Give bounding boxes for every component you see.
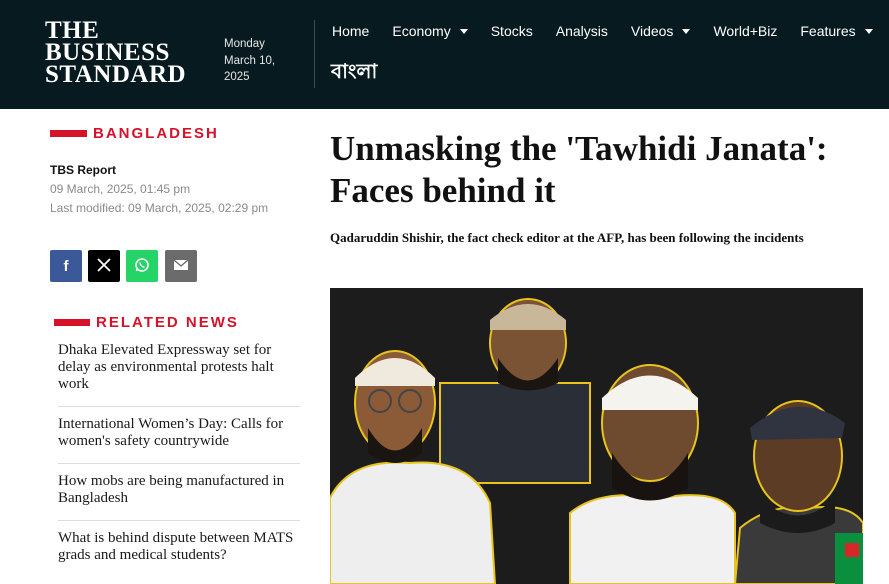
nav-label: Home	[332, 23, 370, 39]
bangla-edition-link[interactable]: বাংলা	[331, 57, 377, 90]
nav-item-economy[interactable]: Economy	[392, 22, 468, 40]
article-hero-image	[330, 288, 863, 584]
main-nav: Home Economy Stocks Analysis Videos Worl…	[332, 22, 889, 40]
section-marker	[54, 319, 90, 326]
published-time: 09 March, 2025, 01:45 pm	[50, 182, 191, 196]
article-subhead: Qadaruddin Shishir, the fact check edito…	[330, 230, 804, 245]
article-author: TBS Report	[50, 163, 116, 177]
date-month-day: March 10,	[224, 54, 276, 67]
chevron-down-icon	[864, 28, 873, 34]
related-news-item[interactable]: International Women’s Day: Calls for wom…	[58, 416, 300, 464]
modified-time: Last modified: 09 March, 2025, 02:29 pm	[50, 201, 269, 215]
nav-label: Analysis	[555, 23, 608, 39]
nav-item-analysis[interactable]: Analysis	[556, 22, 608, 40]
nav-label: Videos	[630, 23, 674, 39]
nav-item-home[interactable]: Home	[332, 22, 369, 40]
related-news-item[interactable]: How mobs are being manufactured in Bangl…	[58, 473, 300, 521]
chevron-down-icon	[459, 28, 468, 34]
share-facebook-button[interactable]: f	[50, 250, 82, 282]
x-icon	[97, 257, 111, 275]
related-news-list: Dhaka Elevated Expressway set for delay …	[58, 342, 300, 584]
share-email-button[interactable]	[165, 250, 197, 282]
hero-photo-collage	[330, 288, 863, 584]
section-tag[interactable]: BANGLADESH	[50, 125, 219, 142]
chevron-down-icon	[682, 28, 691, 34]
nav-item-world-biz[interactable]: World+Biz	[713, 22, 777, 40]
related-news-header: RELATED NEWS	[54, 314, 239, 331]
header-date: Monday March 10, 2025	[224, 36, 275, 86]
nav-item-videos[interactable]: Videos	[631, 22, 691, 40]
site-logo[interactable]: THE BUSINESS STANDARD	[45, 18, 187, 88]
nav-label: Economy	[392, 23, 451, 39]
facebook-icon: f	[63, 257, 69, 275]
date-year: 2025	[224, 71, 250, 83]
share-x-button[interactable]	[88, 250, 120, 282]
section-marker	[50, 130, 87, 137]
date-day: Monday	[224, 38, 265, 50]
related-news-label: RELATED NEWS	[96, 314, 239, 331]
nav-label: Features	[800, 23, 856, 39]
whatsapp-icon	[134, 257, 150, 276]
nav-item-stocks[interactable]: Stocks	[491, 22, 533, 40]
site-header: THE BUSINESS STANDARD Monday March 10, 2…	[0, 0, 889, 109]
mail-icon	[173, 258, 189, 274]
nav-label: Stocks	[490, 23, 533, 39]
nav-label: World+Biz	[713, 23, 778, 39]
nav-item-features[interactable]: Features	[800, 22, 873, 40]
related-news-item[interactable]: Dhaka Elevated Expressway set for delay …	[58, 342, 300, 407]
share-whatsapp-button[interactable]	[126, 250, 158, 282]
article-headline: Unmasking the 'Tawhidi Janata': Faces be…	[330, 129, 828, 210]
section-label: BANGLADESH	[93, 125, 219, 142]
related-news-item[interactable]: What is behind dispute between MATS grad…	[58, 530, 300, 577]
header-divider	[314, 20, 315, 88]
logo-line-3: STANDARD	[45, 61, 187, 88]
